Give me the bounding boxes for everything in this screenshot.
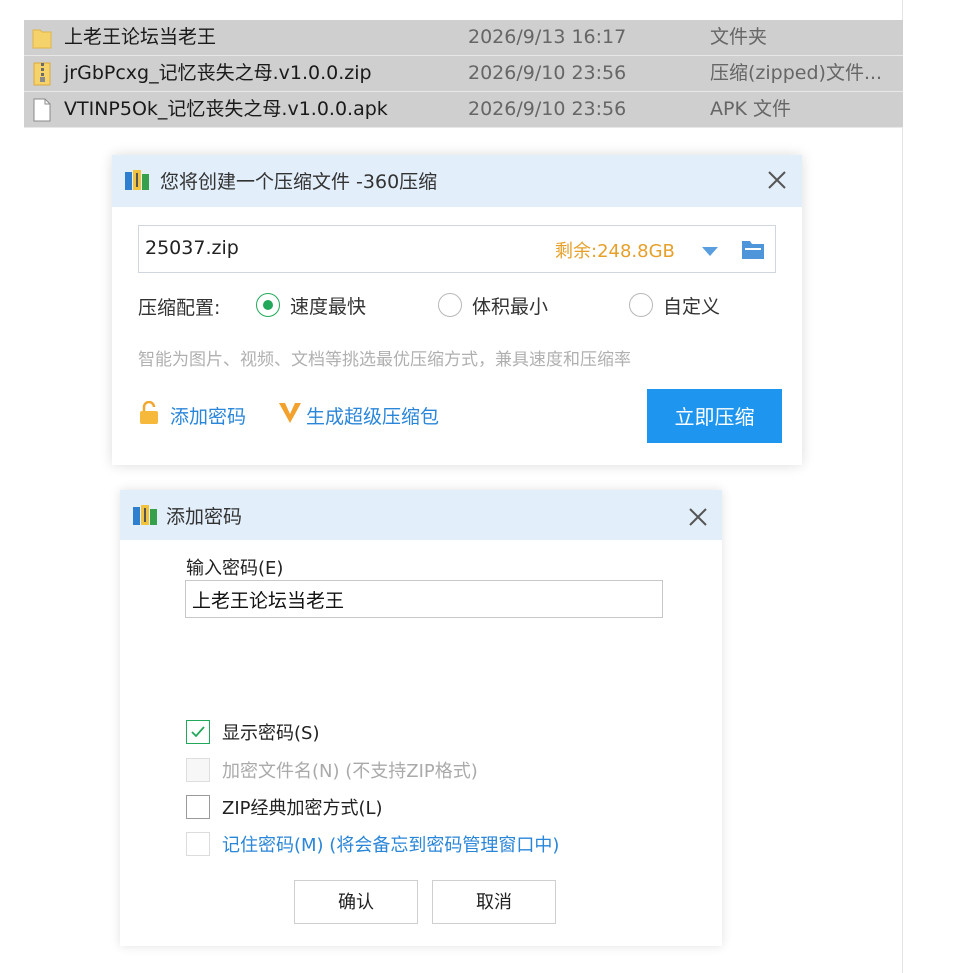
compression-hint: 智能为图片、视频、文档等挑选最优压缩方式，兼具速度和压缩率	[138, 350, 631, 370]
compress-dialog-titlebar[interactable]: 您将创建一个压缩文件 -360压缩	[112, 155, 802, 207]
cancel-button[interactable]: 取消	[432, 880, 556, 924]
checkbox-label: 记住密码(M) (将会备忘到密码管理窗口中)	[222, 835, 560, 856]
compression-config-label: 压缩配置:	[138, 297, 221, 319]
vip-v-icon	[278, 401, 302, 425]
file-date: 2026/9/13 16:17	[468, 26, 627, 48]
add-password-text: 添加密码	[170, 406, 247, 428]
browse-folder-icon[interactable]	[741, 238, 765, 260]
checkbox-box	[186, 758, 210, 782]
file-row-apk[interactable]: VTINP5Ok_记忆丧失之母.v1.0.0.apk 2026/9/10 23:…	[24, 92, 903, 128]
radio-circle	[438, 293, 462, 317]
checkbox-box	[186, 795, 210, 819]
radio-circle	[629, 293, 653, 317]
window-edge-divider	[902, 0, 903, 973]
close-icon[interactable]	[764, 167, 790, 193]
file-date: 2026/9/10 23:56	[468, 98, 627, 120]
compress-dialog: 您将创建一个压缩文件 -360压缩 25037.zip 剩余:248.8GB 压…	[112, 155, 802, 465]
password-dialog-title: 添加密码	[166, 506, 243, 528]
checkbox-label: 显示密码(S)	[222, 723, 320, 744]
free-space-label: 剩余:248.8GB	[555, 241, 675, 262]
screen: 上老王论坛当老王 2026/9/13 16:17 文件夹 jrGbPcxg_记忆…	[0, 0, 960, 973]
file-date: 2026/9/10 23:56	[468, 62, 627, 84]
archive-app-icon	[124, 169, 150, 191]
file-type: 文件夹	[710, 26, 768, 48]
file-name: jrGbPcxg_记忆丧失之母.v1.0.0.zip	[64, 62, 372, 84]
confirm-button[interactable]: 确认	[294, 880, 418, 924]
folder-icon	[32, 26, 52, 50]
password-input-label: 输入密码(E)	[186, 558, 284, 579]
file-name: 上老王论坛当老王	[64, 26, 217, 48]
file-name: VTINP5Ok_记忆丧失之母.v1.0.0.apk	[64, 98, 388, 120]
apk-file-icon	[32, 98, 52, 122]
radio-label: 速度最快	[290, 296, 367, 318]
lock-icon	[138, 400, 160, 425]
password-dialog-titlebar[interactable]: 添加密码	[120, 490, 722, 540]
radio-label: 体积最小	[472, 296, 549, 318]
password-dialog: 添加密码 输入密码(E) 显示密码(S) 加密文件名(N) (不支持ZIP格式)	[120, 490, 722, 946]
password-input[interactable]	[185, 580, 663, 618]
file-list: 上老王论坛当老王 2026/9/13 16:17 文件夹 jrGbPcxg_记忆…	[24, 20, 903, 128]
checkbox-label: 加密文件名(N) (不支持ZIP格式)	[222, 761, 478, 782]
chevron-down-icon[interactable]	[701, 243, 719, 256]
archive-path-field[interactable]: 25037.zip 剩余:248.8GB	[138, 225, 776, 273]
checkbox-box	[186, 832, 210, 856]
file-row-zip[interactable]: jrGbPcxg_记忆丧失之母.v1.0.0.zip 2026/9/10 23:…	[24, 56, 903, 92]
radio-label: 自定义	[663, 296, 721, 318]
archive-filename: 25037.zip	[145, 237, 239, 259]
radio-circle	[256, 293, 280, 317]
checkbox-box	[186, 720, 210, 744]
close-icon[interactable]	[686, 505, 710, 529]
file-type: APK 文件	[710, 98, 791, 120]
checkbox-label: ZIP经典加密方式(L)	[222, 798, 383, 819]
archive-app-icon	[132, 504, 158, 526]
file-type: 压缩(zipped)文件...	[710, 62, 883, 84]
compress-dialog-title: 您将创建一个压缩文件 -360压缩	[160, 171, 438, 193]
zip-file-icon	[32, 62, 52, 86]
super-package-text: 生成超级压缩包	[306, 406, 440, 428]
file-row-folder[interactable]: 上老王论坛当老王 2026/9/13 16:17 文件夹	[24, 20, 903, 56]
compress-now-button[interactable]: 立即压缩	[647, 389, 782, 443]
